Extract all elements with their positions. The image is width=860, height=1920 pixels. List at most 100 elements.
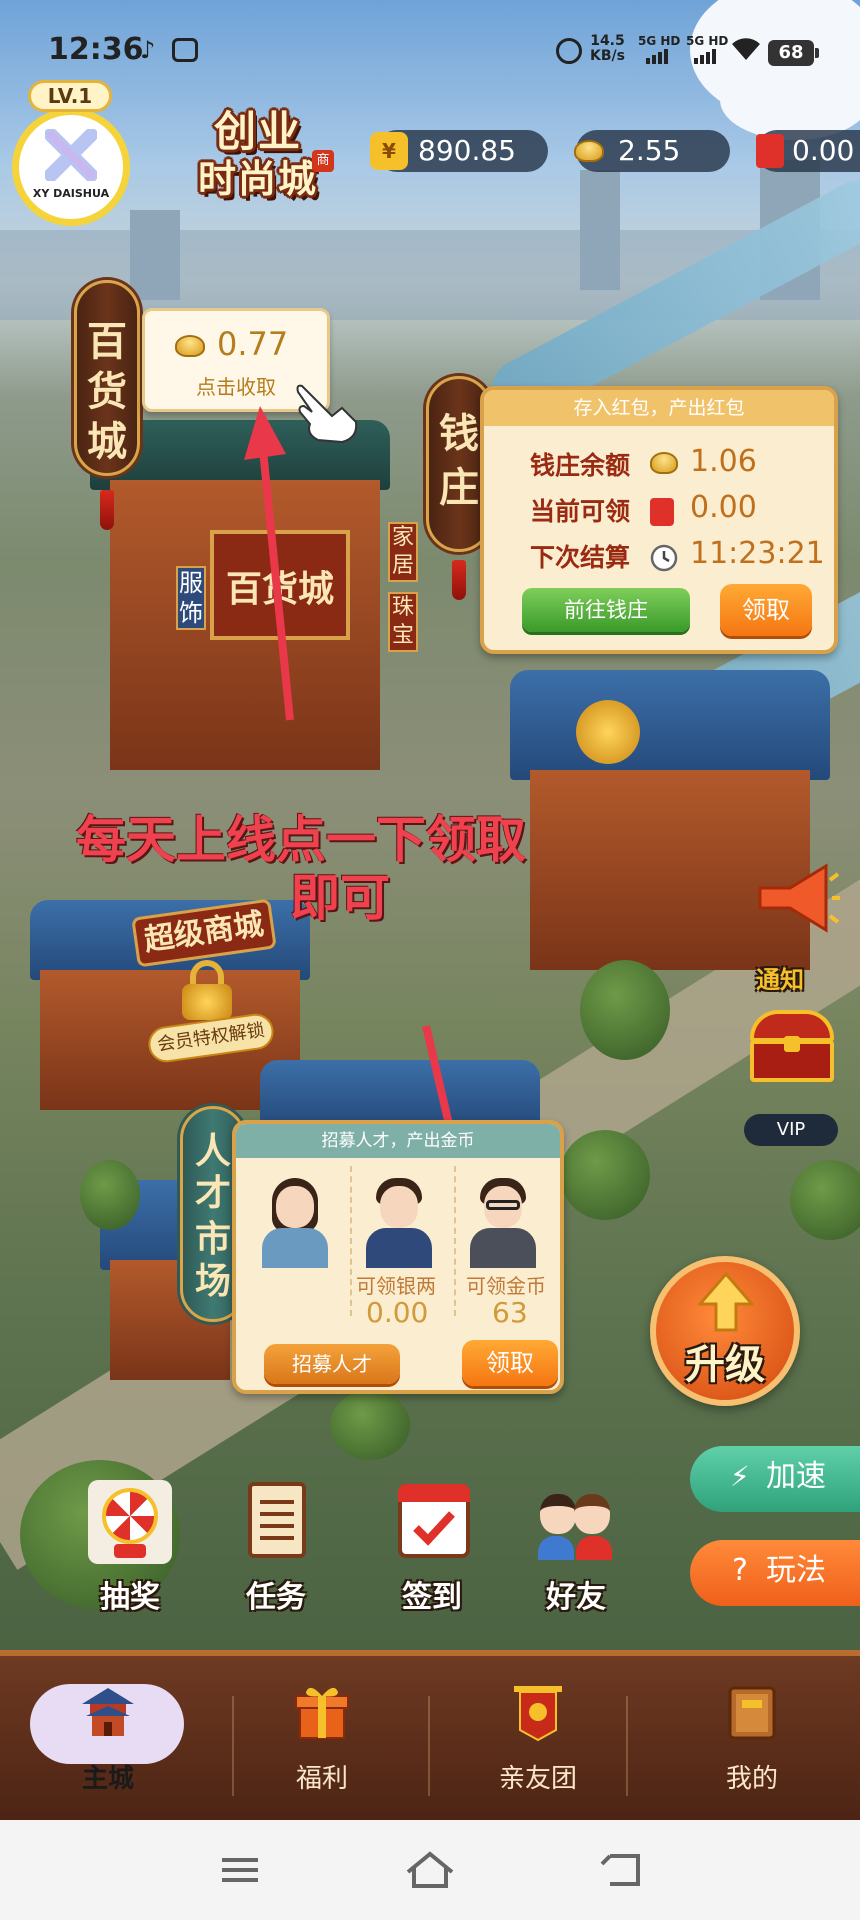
bank-balance-label: 钱庄余额 bbox=[530, 451, 631, 480]
bank-balance-value: 1.06 bbox=[690, 444, 757, 479]
go-to-bank-button[interactable]: 前往钱庄 bbox=[522, 588, 690, 632]
music-note-icon: ♪ bbox=[140, 36, 156, 64]
status-bar: 12:36 ♪ 14.5 KB/s 5G HD 5G HD 68 bbox=[0, 0, 860, 100]
book-icon bbox=[728, 1686, 776, 1740]
tab-friends-group[interactable]: 亲友团 bbox=[458, 1674, 618, 1814]
app-notification-icon bbox=[172, 38, 198, 62]
logo-seal-icon: 商 bbox=[312, 150, 334, 172]
bank-panel-header: 存入红包，产出红包 bbox=[484, 390, 834, 426]
game-logo: 创业 时尚城 商 bbox=[178, 98, 338, 206]
sign-text-line2: 城 bbox=[87, 419, 127, 465]
lottery-feature[interactable]: 抽奖 bbox=[72, 1480, 182, 1620]
back-icon[interactable] bbox=[592, 1850, 652, 1890]
tab-separator bbox=[428, 1696, 430, 1796]
status-time: 12:36 bbox=[48, 32, 144, 67]
avatar[interactable]: XY DAISHUA bbox=[12, 108, 130, 226]
question-icon: ? bbox=[732, 1553, 748, 1588]
jewelry-sign: 珠宝 bbox=[388, 592, 418, 652]
red-envelope-icon bbox=[650, 498, 674, 526]
how-to-play-button[interactable]: ? 玩法 bbox=[690, 1540, 860, 1606]
recruit-button[interactable]: 招募人才 bbox=[264, 1344, 400, 1384]
bottom-tab-bar: 主城 福利 亲友团 我的 bbox=[0, 1650, 860, 1820]
silver-value: 0.00 bbox=[366, 1296, 429, 1329]
banner-icon bbox=[514, 1686, 562, 1742]
level-badge: LV.1 bbox=[28, 80, 112, 112]
male-recruit-portrait bbox=[354, 1166, 444, 1268]
tasks-label: 任务 bbox=[246, 1580, 306, 1615]
currency-gold[interactable]: 2.55 bbox=[574, 130, 730, 172]
glasses-recruit-portrait bbox=[458, 1166, 548, 1268]
department-store-sign[interactable]: 百货 城 bbox=[74, 280, 140, 476]
sign-text-line1: 百货 bbox=[87, 319, 127, 415]
bank-claimable-label: 当前可领 bbox=[530, 497, 631, 526]
collect-bubble-value: 0.77 bbox=[217, 325, 289, 363]
gold-value: 63 bbox=[492, 1296, 528, 1329]
home-icon[interactable] bbox=[400, 1850, 460, 1890]
bank-claimable-value: 0.00 bbox=[690, 490, 757, 525]
gold-label: 可领金币 bbox=[466, 1274, 546, 1298]
annotation-text-line2: 即可 bbox=[290, 869, 390, 927]
tassel-decoration bbox=[100, 490, 114, 530]
how-to-play-label: 玩法 bbox=[766, 1553, 826, 1588]
annotation-text-line1: 每天上线点一下领取 bbox=[76, 811, 526, 869]
tab-separator bbox=[626, 1696, 628, 1796]
panel-divider bbox=[350, 1166, 352, 1316]
tab-main-city[interactable]: 主城 bbox=[28, 1674, 188, 1814]
gold-value: 2.55 bbox=[618, 134, 681, 167]
panel-divider bbox=[454, 1166, 456, 1316]
speed-up-button[interactable]: ⚡ 加速 bbox=[690, 1446, 860, 1512]
upgrade-label: 升级 bbox=[685, 1342, 765, 1388]
friends-feature[interactable]: 好友 bbox=[518, 1480, 628, 1620]
megaphone-icon[interactable] bbox=[750, 858, 840, 938]
scroll-icon bbox=[234, 1480, 318, 1564]
tasks-feature[interactable]: 任务 bbox=[218, 1480, 328, 1620]
clothing-sign: 服饰 bbox=[176, 566, 206, 630]
signal-icon bbox=[694, 46, 722, 64]
lightning-icon: ⚡ bbox=[730, 1460, 750, 1493]
red-envelope-icon bbox=[756, 134, 784, 168]
avatar-label: XY DAISHUA bbox=[32, 187, 110, 200]
gold-ingot-icon bbox=[650, 452, 678, 474]
tab-friends-group-label: 亲友团 bbox=[498, 1764, 577, 1794]
clock-icon bbox=[650, 544, 678, 572]
tab-welfare[interactable]: 福利 bbox=[242, 1674, 402, 1814]
silver-label: 可领银两 bbox=[356, 1274, 436, 1298]
female-recruit-portrait bbox=[250, 1166, 340, 1268]
currency-red-envelope[interactable]: 0.00 bbox=[756, 130, 860, 172]
friends-icon bbox=[534, 1480, 618, 1564]
bank-claim-button[interactable]: 领取 bbox=[720, 584, 812, 636]
lottery-label: 抽奖 bbox=[100, 1580, 160, 1615]
upgrade-button[interactable]: 升级 bbox=[650, 1256, 800, 1406]
bank-settle-countdown: 11:23:21 bbox=[690, 536, 825, 571]
lottery-wheel-icon bbox=[88, 1480, 172, 1564]
cash-value: 890.85 bbox=[418, 134, 516, 167]
annotation-arrow-up bbox=[244, 406, 294, 721]
alarm-icon bbox=[556, 38, 582, 64]
wifi-icon bbox=[732, 38, 760, 60]
net-speed-unit: KB/s bbox=[590, 48, 625, 64]
tab-mine[interactable]: 我的 bbox=[672, 1674, 832, 1814]
calendar-check-icon bbox=[390, 1480, 474, 1564]
currency-cash[interactable]: ¥ 890.85 bbox=[370, 130, 548, 172]
battery-icon: 68 bbox=[768, 40, 819, 66]
system-navigation-bar bbox=[0, 1820, 860, 1920]
avatar-logo-icon bbox=[45, 129, 97, 181]
checkin-label: 签到 bbox=[402, 1580, 462, 1615]
lock-icon bbox=[178, 960, 236, 1020]
yuan-coin-icon: ¥ bbox=[370, 132, 408, 170]
friends-label: 好友 bbox=[546, 1580, 606, 1615]
vip-label[interactable]: VIP bbox=[744, 1114, 838, 1146]
notification-label[interactable]: 通知 bbox=[756, 960, 804, 995]
signal-icon bbox=[646, 46, 674, 64]
gold-ingot-icon bbox=[175, 335, 205, 357]
red-envelope-value: 0.00 bbox=[792, 134, 855, 167]
talent-claim-button[interactable]: 领取 bbox=[462, 1340, 558, 1386]
menu-icon[interactable] bbox=[210, 1850, 270, 1890]
tab-separator bbox=[232, 1696, 234, 1796]
treasure-chest-icon[interactable] bbox=[750, 1010, 834, 1082]
speed-up-label: 加速 bbox=[766, 1459, 826, 1494]
tassel-decoration bbox=[452, 560, 466, 600]
checkin-feature[interactable]: 签到 bbox=[374, 1480, 484, 1620]
gift-icon bbox=[295, 1687, 349, 1739]
arrow-up-icon bbox=[698, 1272, 754, 1332]
